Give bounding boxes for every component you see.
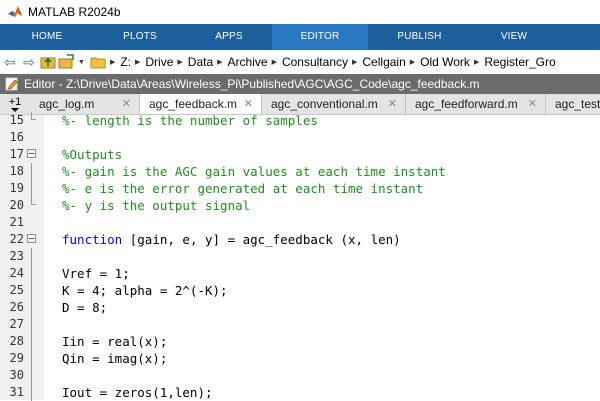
- line-number: 25: [9, 283, 24, 297]
- code-line[interactable]: 30: [0, 367, 600, 384]
- file-tab-agc-test[interactable]: agc_test: [546, 94, 600, 114]
- editor-title: Editor - Z:\Drive\Data\Areas\Wireless_Pi…: [24, 77, 480, 91]
- window-title: MATLAB R2024b: [28, 5, 121, 19]
- line-number: 16: [9, 130, 24, 144]
- code-function-line: function [gain, e, y] = agc_feedback (x,…: [62, 231, 401, 248]
- line-number: 28: [9, 334, 24, 348]
- crumb-consultancy[interactable]: Consultancy: [282, 55, 348, 69]
- code-line[interactable]: 23: [0, 248, 600, 265]
- close-icon[interactable]: ✕: [122, 94, 131, 114]
- code-text: Iout = zeros(1,len);: [62, 385, 213, 400]
- code-text: Iin = real(x);: [62, 334, 168, 349]
- crumb-archive[interactable]: Archive: [228, 55, 268, 69]
- code-line[interactable]: 21: [0, 214, 600, 231]
- close-icon[interactable]: ✕: [244, 94, 253, 114]
- code-line[interactable]: 20 %- y is the output signal: [0, 197, 600, 214]
- code-line[interactable]: 17 %Outputs: [0, 146, 600, 163]
- code-line[interactable]: 16: [0, 129, 600, 146]
- up-folder-icon[interactable]: [40, 54, 56, 70]
- tab-editor[interactable]: EDITOR: [272, 24, 368, 50]
- code-line[interactable]: 22 function [gain, e, y] = agc_feedback …: [0, 231, 600, 248]
- fold-end-marker: [31, 112, 36, 120]
- line-number: 20: [9, 198, 24, 212]
- tab-overflow-button[interactable]: +1: [0, 94, 30, 114]
- code-line[interactable]: 24 Vref = 1;: [0, 265, 600, 282]
- code-comment: %- e is the error generated at each time…: [62, 181, 424, 196]
- ribbon-tabs: HOME PLOTS APPS EDITOR PUBLISH VIEW: [0, 24, 600, 50]
- code-text: Qin = imag(x);: [62, 351, 168, 366]
- file-tab-label: agc_feedforward.m: [415, 97, 518, 111]
- code-line[interactable]: 26 D = 8;: [0, 299, 600, 316]
- tab-plots[interactable]: PLOTS: [94, 24, 186, 50]
- line-number: 31: [9, 385, 24, 399]
- title-bar: MATLAB R2024b: [0, 0, 600, 24]
- line-number: 30: [9, 368, 24, 382]
- code-comment: %- length is the number of samples: [62, 113, 318, 128]
- code-comment: %- gain is the AGC gain values at each t…: [62, 164, 446, 179]
- crumb-cellgain[interactable]: Cellgain: [362, 55, 405, 69]
- line-number: 23: [9, 249, 24, 263]
- crumb-register-group[interactable]: Register_Gro: [484, 55, 555, 69]
- file-tab-label: agc_test: [555, 97, 600, 111]
- file-tab-agc-conventional[interactable]: agc_conventional.m ✕: [262, 94, 406, 114]
- code-text: D = 8;: [62, 300, 108, 315]
- code-text: K = 4; alpha = 2^(-K);: [62, 283, 228, 298]
- fold-toggle-icon[interactable]: [27, 234, 36, 243]
- line-number: 29: [9, 351, 24, 365]
- code-keyword: function: [62, 232, 123, 247]
- code-comment: %- y is the output signal: [62, 198, 251, 213]
- fold-end-marker: [31, 197, 36, 205]
- close-icon[interactable]: ✕: [528, 94, 537, 114]
- crumb-drive[interactable]: Drive: [145, 55, 173, 69]
- code-line[interactable]: 15 %- length is the number of samples: [0, 112, 600, 129]
- file-tab-agc-log[interactable]: agc_log.m ✕: [30, 94, 140, 114]
- code-text: Vref = 1;: [62, 266, 130, 281]
- file-tab-agc-feedforward[interactable]: agc_feedforward.m ✕: [406, 94, 546, 114]
- line-number: 27: [9, 317, 24, 331]
- line-number: 18: [9, 164, 24, 178]
- tab-overflow-label: +1: [8, 96, 22, 108]
- fold-toggle-icon[interactable]: [27, 149, 36, 158]
- forward-arrow-icon[interactable]: ⇨: [20, 53, 38, 71]
- crumb-z[interactable]: Z:: [120, 55, 131, 69]
- line-number: 24: [9, 266, 24, 280]
- line-number: 22: [9, 232, 24, 246]
- matlab-logo-icon: [8, 6, 22, 17]
- tab-view[interactable]: VIEW: [471, 24, 557, 50]
- close-icon[interactable]: ✕: [388, 94, 397, 114]
- tab-apps[interactable]: APPS: [186, 24, 272, 50]
- code-signature: [gain, e, y] = agc_feedback (x, len): [122, 232, 401, 247]
- code-line[interactable]: 19 %- e is the error generated at each t…: [0, 180, 600, 197]
- code-comment: %Outputs: [62, 147, 123, 162]
- browse-folder-icon[interactable]: [58, 54, 74, 70]
- tab-publish[interactable]: PUBLISH: [368, 24, 471, 50]
- line-number: 17: [9, 147, 24, 161]
- back-arrow-icon[interactable]: ⇦: [1, 53, 19, 71]
- code-line[interactable]: 28 Iin = real(x);: [0, 333, 600, 350]
- code-line[interactable]: 27: [0, 316, 600, 333]
- tab-home[interactable]: HOME: [0, 24, 94, 50]
- code-line[interactable]: 29 Qin = imag(x);: [0, 350, 600, 367]
- crumb-data[interactable]: Data: [188, 55, 213, 69]
- file-tab-label: agc_feedback.m: [149, 97, 238, 111]
- editor-icon: [5, 77, 18, 91]
- folder-icon: [90, 57, 106, 69]
- address-bar: ⇦ ⇨ ▼ ▶ Z: ▶ Drive ▶ Data ▶ Archive ▶ Co…: [0, 50, 600, 75]
- file-tab-label: agc_log.m: [39, 97, 95, 111]
- code-line[interactable]: 25 K = 4; alpha = 2^(-K);: [0, 282, 600, 299]
- file-tab-label: agc_conventional.m: [271, 97, 378, 111]
- code-line[interactable]: 31 Iout = zeros(1,len);: [0, 384, 600, 401]
- line-number: 19: [9, 181, 24, 195]
- code-line[interactable]: 18 %- gain is the AGC gain values at eac…: [0, 163, 600, 180]
- code-editor[interactable]: 15 %- length is the number of samples 16…: [0, 112, 600, 401]
- line-number: 15: [9, 113, 24, 127]
- line-number: 21: [9, 215, 24, 229]
- crumb-old-work[interactable]: Old Work: [420, 55, 470, 69]
- editor-title-bar: Editor - Z:\Drive\Data\Areas\Wireless_Pi…: [0, 74, 600, 94]
- line-number: 26: [9, 300, 24, 314]
